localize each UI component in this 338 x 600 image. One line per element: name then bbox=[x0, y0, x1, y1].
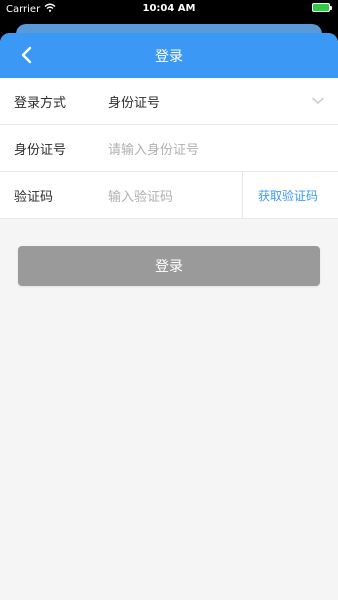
page-title: 登录 bbox=[155, 49, 183, 65]
get-code-button[interactable]: 获取验证码 bbox=[258, 187, 318, 204]
battery-icon bbox=[312, 3, 332, 12]
navigation-bar: 登录 bbox=[0, 33, 338, 78]
status-time: 10:04 AM bbox=[142, 3, 196, 14]
login-method-select[interactable]: 身份证号 bbox=[108, 92, 160, 111]
verification-code-input[interactable]: 输入验证码 bbox=[108, 186, 173, 205]
login-screen: 登录 登录方式 身份证号 身份证号 请输入身份证号 验证码 输入验证码 获取验证… bbox=[0, 33, 338, 600]
status-bar: Carrier 10:04 AM bbox=[0, 0, 338, 18]
login-method-row[interactable]: 登录方式 身份证号 bbox=[0, 78, 338, 125]
login-method-label: 登录方式 bbox=[14, 95, 67, 111]
id-number-input[interactable]: 请输入身份证号 bbox=[108, 139, 199, 158]
login-form: 登录方式 身份证号 身份证号 请输入身份证号 验证码 输入验证码 获取验证码 bbox=[0, 78, 338, 219]
verification-code-row: 验证码 输入验证码 获取验证码 bbox=[0, 172, 338, 219]
code-divider bbox=[242, 172, 243, 219]
verification-code-label: 验证码 bbox=[14, 189, 54, 205]
chevron-down-icon[interactable] bbox=[312, 94, 324, 109]
id-number-label: 身份证号 bbox=[14, 142, 67, 158]
id-number-row: 身份证号 请输入身份证号 bbox=[0, 125, 338, 172]
login-button[interactable]: 登录 bbox=[18, 246, 320, 286]
